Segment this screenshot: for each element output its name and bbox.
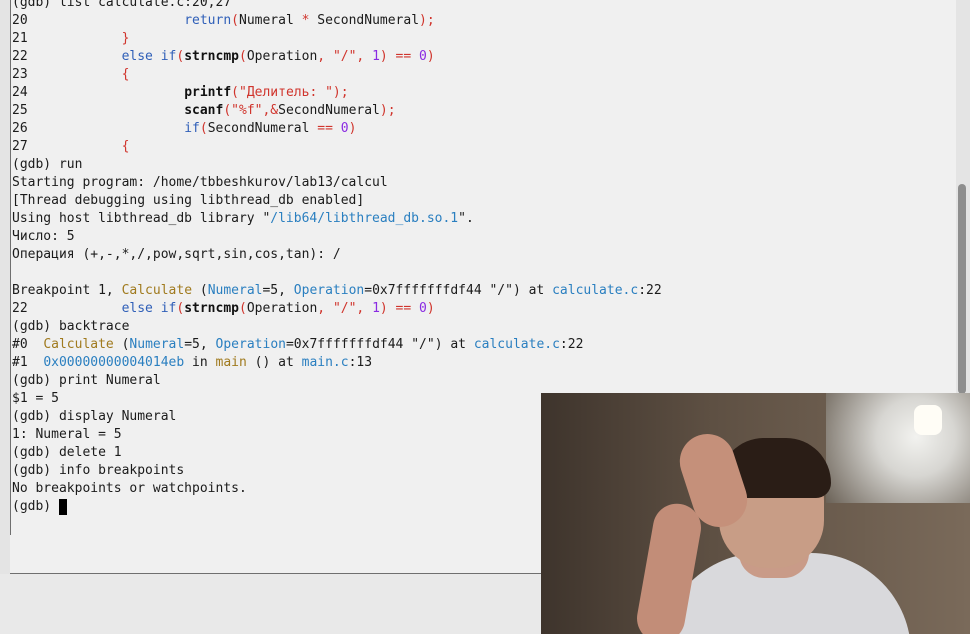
terminal-left-border — [0, 0, 11, 574]
terminal-line: 21 } — [12, 31, 130, 46]
terminal-line: (gdb) backtrace — [12, 319, 130, 334]
terminal-line: Using host libthread_db library "/lib64/… — [12, 211, 474, 226]
text-cursor — [58, 498, 67, 515]
terminal-line: 22 else if(strncmp(Operation, "/", 1) ==… — [12, 301, 435, 316]
terminal-line: Breakpoint 1, Calculate (Numeral=5, Oper… — [12, 283, 662, 298]
webcam-window-light — [826, 393, 970, 503]
webcam-lamp — [914, 405, 942, 435]
terminal-line: (gdb) print Numeral — [12, 373, 161, 388]
terminal-line: Starting program: /home/tbbeshkurov/lab1… — [12, 175, 388, 190]
terminal-line: 23 { — [12, 67, 130, 82]
terminal-line: 24 printf("Делитель: "); — [12, 85, 349, 100]
terminal-line: Операция (+,-,*,/,pow,sqrt,sin,cos,tan):… — [12, 247, 341, 262]
terminal-line: 26 if(SecondNumeral == 0) — [12, 121, 357, 136]
terminal-line: (gdb) list calculate.c:20,27 — [12, 0, 232, 10]
terminal-line: 25 scanf("%f",&SecondNumeral); — [12, 103, 396, 118]
terminal-line: Число: 5 — [12, 229, 75, 244]
terminal-line: 27 { — [12, 139, 130, 154]
scrollbar-thumb[interactable] — [958, 184, 966, 394]
terminal-line: 22 else if(strncmp(Operation, "/", 1) ==… — [12, 49, 435, 64]
terminal-line: [Thread debugging using libthread_db ena… — [12, 193, 365, 208]
terminal-line: (gdb) run — [12, 157, 83, 172]
terminal-line: #0 Calculate (Numeral=5, Operation=0x7ff… — [12, 337, 584, 352]
webcam-overlay — [541, 393, 970, 634]
terminal-line: 20 return(Numeral * SecondNumeral); — [12, 13, 435, 28]
terminal-line: #1 0x00000000004014eb in main () at main… — [12, 355, 373, 370]
